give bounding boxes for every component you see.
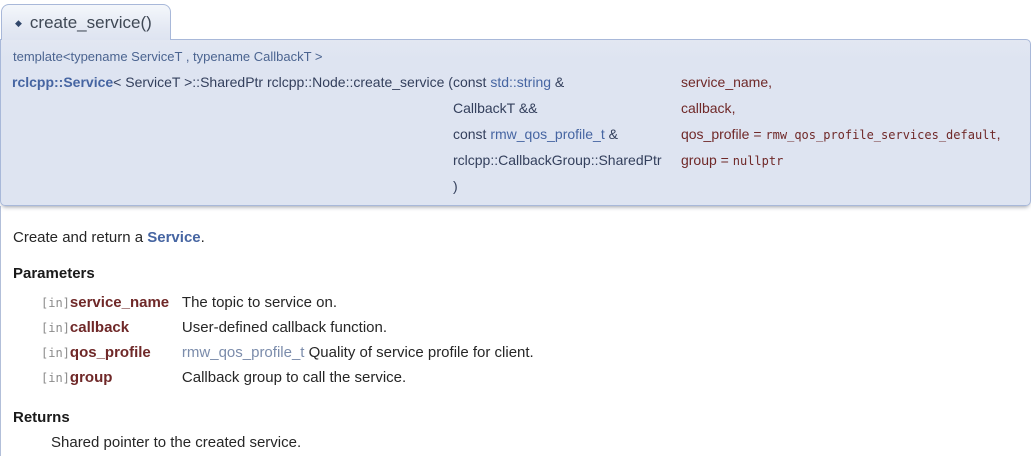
param-name-text: qos_profile bbox=[681, 126, 750, 142]
parameter-row: [in] callback User-defined callback func… bbox=[41, 315, 534, 340]
signature-table: rclcpp::Service< ServiceT >::SharedPtr r… bbox=[12, 70, 1001, 199]
param-separator: , bbox=[768, 74, 772, 90]
param-doc-desc: rmw_qos_profile_t Quality of service pro… bbox=[182, 340, 534, 365]
signature-row: const rmw_qos_profile_t & qos_profile = … bbox=[12, 122, 1001, 148]
parameters-table: [in] service_name The topic to service o… bbox=[41, 290, 534, 390]
param-type-link[interactable]: rmw_qos_profile_t bbox=[490, 126, 604, 142]
param-direction: [in] bbox=[41, 365, 70, 390]
close-paren: ) bbox=[453, 174, 681, 199]
param-default-value: nullptr bbox=[733, 154, 784, 168]
parameter-row: [in] qos_profile rmw_qos_profile_t Quali… bbox=[41, 340, 534, 365]
description-paragraph: Create and return a Service. bbox=[13, 229, 1019, 246]
returns-heading: Returns bbox=[13, 409, 1019, 426]
function-name-text: < ServiceT >::SharedPtr rclcpp::Node::cr… bbox=[113, 74, 448, 90]
permalink-diamond-icon[interactable]: ◆ bbox=[15, 18, 22, 28]
param-type-text: CallbackT && bbox=[453, 100, 538, 116]
param-direction: [in] bbox=[41, 340, 70, 365]
param-doc-name: qos_profile bbox=[70, 340, 182, 365]
param-doc-name: group bbox=[70, 365, 182, 390]
function-name-cell: rclcpp::Service< ServiceT >::SharedPtr r… bbox=[12, 70, 453, 96]
parameters-heading: Parameters bbox=[13, 265, 1019, 282]
param-desc-text: User-defined callback function. bbox=[182, 319, 387, 336]
signature-row: rclcpp::CallbackGroup::SharedPtr group =… bbox=[12, 148, 1001, 174]
param-eq: = bbox=[749, 126, 765, 142]
param-type-text: rclcpp::CallbackGroup::SharedPtr bbox=[453, 152, 662, 168]
param-type-text: const bbox=[453, 126, 490, 142]
param-doc-name: callback bbox=[70, 315, 182, 340]
param-desc-text: The topic to service on. bbox=[182, 294, 337, 311]
param-type-cell: rclcpp::CallbackGroup::SharedPtr bbox=[453, 148, 681, 174]
param-doc-name: service_name bbox=[70, 290, 182, 315]
param-type-cell: CallbackT && bbox=[453, 96, 681, 122]
param-desc-text: Quality of service profile for client. bbox=[304, 344, 533, 361]
param-desc-text: Callback group to call the service. bbox=[182, 369, 406, 386]
service-class-link[interactable]: Service bbox=[147, 229, 200, 246]
param-doc-desc: The topic to service on. bbox=[182, 290, 534, 315]
description-text: Create and return a bbox=[13, 229, 147, 246]
parameter-row: [in] group Callback group to call the se… bbox=[41, 365, 534, 390]
param-default-value: rmw_qos_profile_services_default bbox=[765, 128, 996, 142]
parameter-row: [in] service_name The topic to service o… bbox=[41, 290, 534, 315]
param-direction: [in] bbox=[41, 315, 70, 340]
param-eq: = bbox=[717, 152, 733, 168]
description-text: . bbox=[201, 229, 205, 246]
param-name-text: callback bbox=[681, 100, 732, 116]
param-name-cell: group = nullptr bbox=[681, 148, 1001, 174]
signature-row: CallbackT && callback, bbox=[12, 96, 1001, 122]
param-type-text: & bbox=[551, 74, 564, 90]
param-name-text: service_name bbox=[681, 74, 768, 90]
return-type-link[interactable]: rclcpp::Service bbox=[12, 74, 113, 90]
param-type-text: & bbox=[605, 126, 618, 142]
param-doc-desc: Callback group to call the service. bbox=[182, 365, 534, 390]
member-title-label: create_service() bbox=[30, 13, 152, 32]
param-doc-desc: User-defined callback function. bbox=[182, 315, 534, 340]
param-name-cell: qos_profile = rmw_qos_profile_services_d… bbox=[681, 122, 1001, 148]
signature-row: ) bbox=[12, 174, 1001, 199]
param-separator: , bbox=[997, 126, 1001, 142]
template-line: template<typename ServiceT , typename Ca… bbox=[13, 49, 1018, 64]
param-name-cell: callback, bbox=[681, 96, 1001, 122]
param-direction: [in] bbox=[41, 290, 70, 315]
member-title-tab: ◆ create_service() bbox=[1, 4, 171, 40]
param-type-cell: const std::string & bbox=[453, 70, 681, 96]
param-name-cell: service_name, bbox=[681, 70, 1001, 96]
param-desc-link[interactable]: rmw_qos_profile_t bbox=[182, 344, 305, 361]
param-type-cell: const rmw_qos_profile_t & bbox=[453, 122, 681, 148]
member-documentation: Create and return a Service. Parameters … bbox=[0, 206, 1031, 456]
param-separator: , bbox=[732, 100, 736, 116]
returns-text: Shared pointer to the created service. bbox=[51, 434, 1019, 451]
signature-row: rclcpp::Service< ServiceT >::SharedPtr r… bbox=[12, 70, 1001, 96]
param-type-link[interactable]: std::string bbox=[490, 74, 551, 90]
param-type-text: const bbox=[453, 74, 490, 90]
function-prototype-box: template<typename ServiceT , typename Ca… bbox=[0, 39, 1031, 206]
param-name-text: group bbox=[681, 152, 717, 168]
